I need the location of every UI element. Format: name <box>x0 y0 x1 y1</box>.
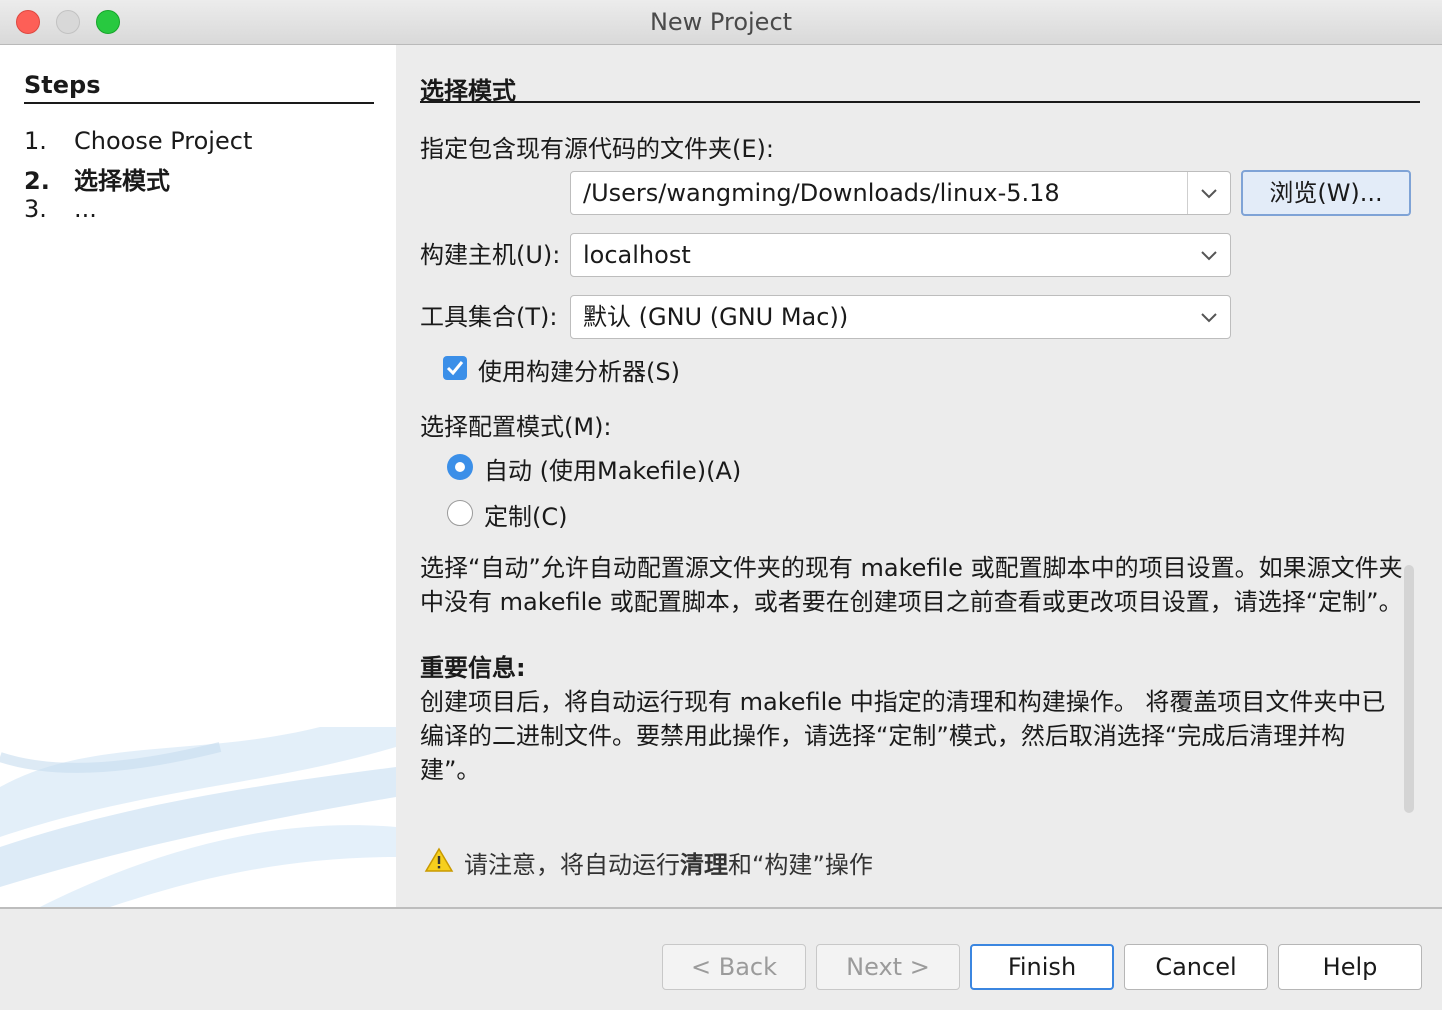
build-host-value: localhost <box>583 241 691 269</box>
chevron-down-icon[interactable] <box>1187 172 1230 214</box>
chevron-down-icon <box>1188 296 1230 338</box>
cancel-button[interactable]: Cancel <box>1124 944 1268 990</box>
steps-divider <box>24 102 374 104</box>
chevron-down-icon <box>1188 234 1230 276</box>
build-analyzer-label[interactable]: 使用构建分析器(S) <box>478 352 680 387</box>
step-item-3: 3.... <box>24 195 97 223</box>
step-item-1: 1. Choose Project <box>24 127 252 155</box>
next-button[interactable]: Next > <box>816 944 960 990</box>
radio-auto-mode[interactable] <box>447 454 473 480</box>
back-button[interactable]: < Back <box>662 944 806 990</box>
warning-text-bold: 清理 <box>680 851 728 879</box>
mode-description: 选择“自动”允许自动配置源文件夹的现有 makefile 或配置脚本中的项目设置… <box>420 551 1405 787</box>
window-title: New Project <box>649 8 793 36</box>
help-button[interactable]: Help <box>1278 944 1422 990</box>
step-label: 选择模式 <box>74 167 170 195</box>
source-folder-combo[interactable]: /Users/wangming/Downloads/linux-5.18 <box>570 171 1231 215</box>
decorative-swoosh-art <box>0 727 396 907</box>
build-analyzer-checkbox[interactable] <box>443 356 467 380</box>
important-text: 创建项目后，将自动运行现有 makefile 中指定的清理和构建操作。 将覆盖项… <box>420 688 1386 784</box>
footer-divider <box>0 907 1442 909</box>
folder-label: 指定包含现有源代码的文件夹(E): <box>420 135 774 163</box>
warning-text-prefix: 请注意，将自动运行 <box>464 851 680 879</box>
steps-title: Steps <box>24 71 101 99</box>
title-bar: New Project <box>0 0 1442 45</box>
radio-custom-mode[interactable] <box>447 500 473 526</box>
browse-button[interactable]: 浏览(W)... <box>1241 170 1411 216</box>
wizard-content: 选择模式 指定包含现有源代码的文件夹(E): /Users/wangming/D… <box>396 45 1442 907</box>
build-host-select[interactable]: localhost <box>570 233 1231 277</box>
checkmark-icon <box>446 361 464 376</box>
important-heading: 重要信息: <box>420 654 526 682</box>
step-number: 2. <box>24 167 50 195</box>
description-text: 选择“自动”允许自动配置源文件夹的现有 makefile 或配置脚本中的项目设置… <box>420 554 1403 616</box>
config-mode-label: 选择配置模式(M): <box>420 413 612 441</box>
toolset-select[interactable]: 默认 (GNU (GNU Mac)) <box>570 295 1231 339</box>
step-number: 1. <box>24 127 47 155</box>
warning-icon <box>424 847 454 872</box>
finish-button[interactable]: Finish <box>970 944 1114 990</box>
steps-sidebar: Steps 1. Choose Project 2. 选择模式 3.... <box>0 45 396 907</box>
warning-text-suffix: 和“构建”操作 <box>728 851 873 879</box>
toolset-label: 工具集合(T): <box>420 303 558 331</box>
radio-custom-label[interactable]: 定制(C) <box>484 497 567 532</box>
radio-auto-label[interactable]: 自动 (使用Makefile)(A) <box>484 451 741 486</box>
toolset-value: 默认 (GNU (GNU Mac)) <box>583 303 849 331</box>
step-item-2: 2. 选择模式 <box>24 161 170 196</box>
build-host-label: 构建主机(U): <box>420 241 561 269</box>
step-number: 3. <box>24 195 47 223</box>
step-label: ... <box>74 195 97 223</box>
section-divider <box>420 101 1420 103</box>
description-scrollbar[interactable] <box>1404 565 1414 813</box>
source-folder-value: /Users/wangming/Downloads/linux-5.18 <box>583 179 1060 207</box>
step-label: Choose Project <box>74 127 253 155</box>
